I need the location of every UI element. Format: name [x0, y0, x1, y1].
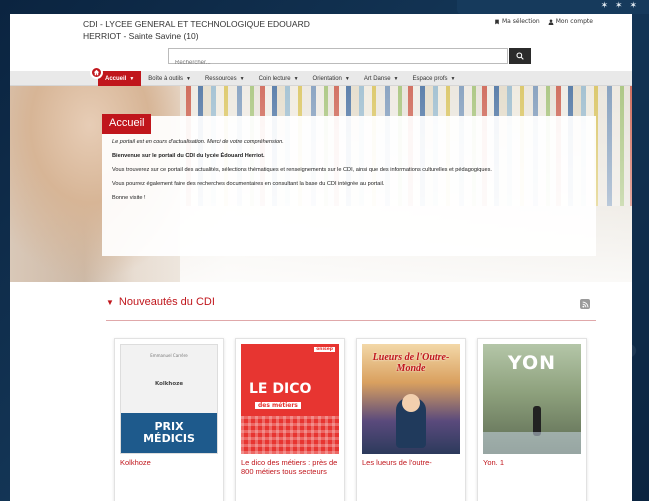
cover-prize-band: PRIX MÉDICIS — [121, 413, 217, 453]
search-icon — [516, 52, 524, 60]
nav-item-ressources[interactable]: Ressources ▼ — [198, 71, 252, 86]
cover-subtitle: des métiers — [255, 402, 301, 409]
my-account-label: Mon compte — [555, 18, 593, 25]
book-title[interactable]: Kolkhoze — [120, 458, 218, 467]
news-section-title[interactable]: Nouveautés du CDI — [119, 296, 215, 308]
cover-title: Kolkhoze — [154, 381, 184, 387]
nav-item-coin-lecture[interactable]: Coin lecture ▼ — [252, 71, 306, 86]
bookmark-icon — [495, 19, 499, 24]
site-title[interactable]: CDI - LYCEE GENERAL ET TECHNOLOGIQUE EDO… — [83, 18, 383, 42]
chevron-down-icon: ▼ — [185, 75, 191, 82]
book-card[interactable]: onisep LE DICO des métiers Le dico des m… — [235, 338, 345, 501]
welcome-text-2: Vous pourrez également faire des recherc… — [112, 181, 385, 187]
book-cover[interactable]: onisep LE DICO des métiers — [241, 344, 339, 454]
chevron-down-icon: ▼ — [129, 75, 135, 82]
nav-item-art-danse[interactable]: Art Danse ▼ — [357, 71, 406, 86]
cover-author: Emmanuel Carrère — [150, 353, 188, 358]
nav-label: Coin lecture — [258, 75, 291, 82]
chevron-down-icon: ▼ — [239, 75, 245, 82]
book-card[interactable]: Lueurs de l'Outre-Monde Les lueurs de l'… — [356, 338, 466, 501]
welcome-closing: Bonne visite ! — [112, 195, 146, 201]
chevron-down-icon: ▼ — [293, 75, 299, 82]
top-decoration: ✶ ✶ ✶ — [457, 0, 649, 14]
cover-title: Lueurs de l'Outre-Monde — [372, 352, 450, 374]
search-box — [168, 48, 508, 70]
nav-label: Boîte à outils — [148, 75, 183, 82]
book-card[interactable]: YON Yon. 1 — [477, 338, 587, 501]
caret-down-icon[interactable]: ▼ — [106, 298, 114, 307]
nav-label: Ressources — [204, 75, 237, 82]
book-cover[interactable]: Lueurs de l'Outre-Monde — [362, 344, 460, 454]
nav-item-accueil[interactable]: Accueil ▼ — [98, 71, 142, 86]
news-section-header: ▼ Nouveautés du CDI — [106, 296, 596, 336]
hero-banner: Le portail est en cours d'actualisation.… — [10, 86, 632, 282]
book-cover[interactable]: Emmanuel Carrère Kolkhoze PRIX MÉDICIS — [120, 344, 218, 454]
user-icon — [548, 18, 554, 25]
cover-publisher: onisep — [314, 347, 335, 352]
book-cover[interactable]: YON — [483, 344, 581, 454]
cover-title: LE DICO — [249, 381, 312, 397]
nav-item-boite-a-outils[interactable]: Boîte à outils ▼ — [141, 71, 198, 86]
my-selection-link[interactable]: Ma sélection — [494, 18, 540, 25]
nav-item-espace-profs[interactable]: Espace profs ▼ — [406, 71, 463, 86]
top-links: Ma sélection Mon compte — [494, 18, 593, 25]
chevron-down-icon: ▼ — [450, 75, 456, 82]
page-title: Accueil — [102, 114, 152, 134]
welcome-heading: Bienvenue sur le portail du CDI du lycée… — [112, 153, 265, 159]
nav-label: Accueil — [105, 75, 127, 82]
welcome-notice: Le portail est en cours d'actualisation.… — [112, 139, 284, 145]
chevron-down-icon: ▼ — [393, 75, 399, 82]
nav-label: Art Danse — [363, 75, 391, 82]
book-title[interactable]: Yon. 1 — [483, 458, 581, 467]
site-title-line2: HERRIOT - Sainte Savine (10) — [83, 31, 199, 41]
my-selection-label: Ma sélection — [502, 18, 540, 25]
welcome-text-1: Vous trouverez sur ce portail des actual… — [112, 167, 492, 173]
book-title[interactable]: Le dico des métiers : près de 800 métier… — [241, 458, 339, 476]
site-window: CDI - LYCEE GENERAL ET TECHNOLOGIQUE EDO… — [10, 14, 632, 501]
home-icon[interactable] — [90, 66, 103, 79]
cover-title: YON — [507, 352, 557, 374]
main-nav: Accueil ▼ Boîte à outils ▼ Ressources ▼ Coi… — [10, 71, 632, 86]
welcome-panel: Le portail est en cours d'actualisation.… — [102, 116, 596, 256]
cover-prize-line2: MÉDICIS — [143, 432, 195, 445]
my-account-link[interactable]: Mon compte — [548, 18, 593, 25]
news-cards: Emmanuel Carrère Kolkhoze PRIX MÉDICIS K… — [114, 338, 587, 501]
rss-icon[interactable] — [580, 299, 590, 309]
nav-label: Espace profs — [412, 75, 448, 82]
site-title-line1: CDI - LYCEE GENERAL ET TECHNOLOGIQUE EDO… — [83, 19, 310, 29]
book-title[interactable]: Les lueurs de l'outre- — [362, 458, 460, 467]
chevron-down-icon: ▼ — [344, 75, 350, 82]
nav-label: Orientation — [312, 75, 342, 82]
search-input[interactable] — [169, 56, 507, 70]
search-button[interactable] — [509, 48, 531, 64]
nav-item-orientation[interactable]: Orientation ▼ — [306, 71, 357, 86]
book-card[interactable]: Emmanuel Carrère Kolkhoze PRIX MÉDICIS K… — [114, 338, 224, 501]
